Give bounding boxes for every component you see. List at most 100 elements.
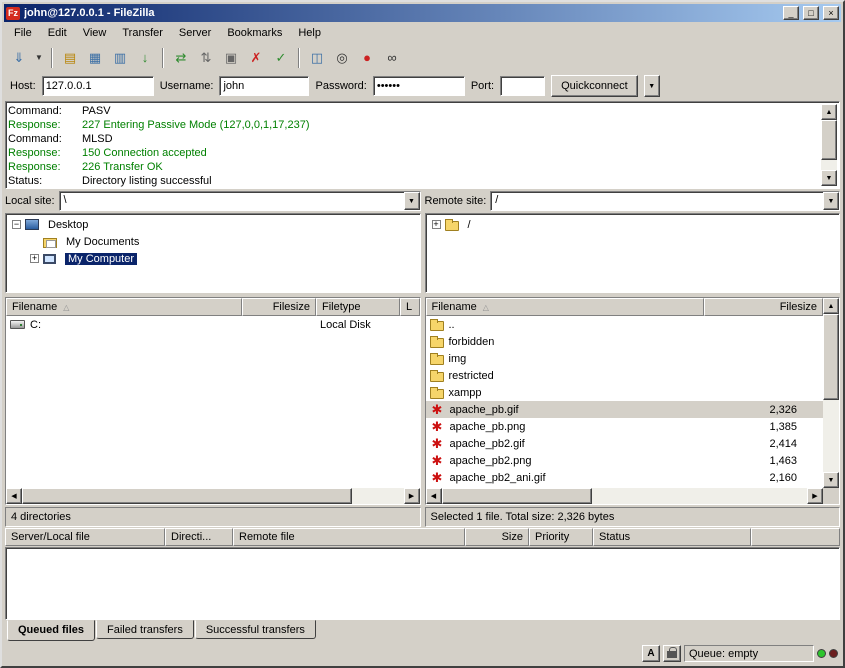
host-input[interactable] (42, 76, 154, 96)
toggle-remote-tree-button[interactable]: ▥ (108, 47, 132, 69)
scroll-right-icon[interactable]: ▶ (404, 488, 420, 504)
chevron-down-icon: ▼ (35, 51, 43, 64)
port-input[interactable] (500, 76, 545, 96)
tree-item-my-documents[interactable]: My Documents (6, 233, 420, 250)
scroll-down-icon[interactable]: ▼ (821, 170, 837, 186)
site-manager-button[interactable]: ⇓ (7, 47, 31, 69)
log-scrollbar[interactable]: ▲ ▼ (821, 104, 837, 186)
tree-item-root[interactable]: + / (426, 216, 840, 233)
file-row[interactable]: img (426, 350, 824, 367)
file-row[interactable]: restricted (426, 367, 824, 384)
scroll-track (352, 488, 404, 504)
chevron-down-icon[interactable]: ▼ (823, 192, 839, 210)
tree-item-desktop[interactable]: − Desktop (6, 216, 420, 233)
column-header-filesize[interactable]: Filesize (242, 298, 316, 316)
menu-server[interactable]: Server (171, 24, 219, 42)
file-row[interactable]: ✱apache_pb2.gif 2,414 (426, 435, 824, 452)
username-input[interactable] (219, 76, 309, 96)
scroll-thumb[interactable] (821, 120, 837, 160)
toggle-log-button[interactable]: ▤ (58, 47, 82, 69)
tree-item-my-computer[interactable]: + My Computer (6, 250, 420, 267)
maximize-button[interactable]: □ (803, 6, 819, 20)
queue-view-icon: ↓ (142, 51, 149, 64)
chevron-down-icon[interactable]: ▼ (404, 192, 420, 210)
search-button[interactable]: ◎ (330, 47, 354, 69)
scroll-left-icon[interactable]: ◀ (426, 488, 442, 504)
scroll-right-icon[interactable]: ▶ (807, 488, 823, 504)
check-button[interactable]: ✓ (269, 47, 293, 69)
column-header-status[interactable]: Status (593, 528, 751, 546)
column-header-server-local-file[interactable]: Server/Local file (5, 528, 165, 546)
menu-transfer[interactable]: Transfer (114, 24, 171, 42)
column-header-remote-file[interactable]: Remote file (233, 528, 465, 546)
file-row[interactable]: ✱apache_pb2.png 1,463 (426, 452, 824, 469)
column-header-filetype[interactable]: Filetype (316, 298, 400, 316)
column-header-filesize[interactable]: Filesize (704, 298, 824, 316)
scroll-thumb[interactable] (823, 314, 839, 400)
column-header-filename[interactable]: Filename △ (6, 298, 242, 316)
find-button[interactable]: ∞ (380, 47, 404, 69)
tab-failed-transfers[interactable]: Failed transfers (96, 620, 194, 639)
column-header-priority[interactable]: Priority (529, 528, 593, 546)
refresh-icon: ⇄ (176, 51, 187, 64)
speed-limit-icon: ● (363, 51, 371, 64)
remote-pane: Remote site: / ▼ + / Filename (425, 189, 841, 527)
scroll-up-icon[interactable]: ▲ (823, 298, 839, 314)
tree-item-label: Desktop (48, 219, 88, 231)
quickconnect-button[interactable]: Quickconnect (551, 75, 638, 97)
remote-site-combo[interactable]: / ▼ (490, 191, 840, 211)
remote-tree-icon: ▥ (114, 51, 126, 64)
snapshot-button[interactable]: ▣ (219, 47, 243, 69)
tab-successful-transfers[interactable]: Successful transfers (195, 620, 316, 639)
file-row[interactable]: forbidden (426, 333, 824, 350)
toggle-queue-button[interactable]: ↓ (133, 47, 157, 69)
process-queue-button[interactable]: ⇅ (194, 47, 218, 69)
menu-file[interactable]: File (6, 24, 40, 42)
file-size: 2,326 (704, 404, 824, 416)
compare-button[interactable]: ◫ (305, 47, 329, 69)
menu-edit[interactable]: Edit (40, 24, 75, 42)
file-size: 2,414 (704, 438, 824, 450)
file-row-c-drive[interactable]: C: Local Disk (6, 316, 420, 333)
scroll-thumb[interactable] (22, 488, 352, 504)
refresh-button[interactable]: ⇄ (169, 47, 193, 69)
file-row-selected[interactable]: ✱apache_pb.gif 2,326 (426, 401, 824, 418)
file-row[interactable]: ✱apache_pb.png 1,385 (426, 418, 824, 435)
speed-limit-button[interactable]: ● (355, 47, 379, 69)
file-size: 2,160 (704, 472, 824, 484)
scroll-left-icon[interactable]: ◀ (6, 488, 22, 504)
quickconnect-dropdown-button[interactable]: ▼ (644, 75, 660, 97)
local-site-combo[interactable]: \ ▼ (59, 191, 421, 211)
transfer-type-indicator[interactable]: A (642, 645, 660, 662)
column-header-lastmodified[interactable]: L (400, 298, 420, 316)
abort-button[interactable]: ✗ (244, 47, 268, 69)
column-header-size[interactable]: Size (465, 528, 529, 546)
menu-view[interactable]: View (75, 24, 115, 42)
titlebar[interactable]: Fz john@127.0.0.1 - FileZilla _ □ × (4, 4, 841, 22)
file-row[interactable]: xampp (426, 384, 824, 401)
scroll-up-icon[interactable]: ▲ (821, 104, 837, 120)
column-header-direction[interactable]: Directi... (165, 528, 233, 546)
minimize-button[interactable]: _ (783, 6, 799, 20)
menu-help[interactable]: Help (290, 24, 329, 42)
local-horizontal-scrollbar[interactable]: ◀ ▶ (6, 488, 420, 504)
file-row[interactable]: .. (426, 316, 824, 333)
scroll-thumb[interactable] (442, 488, 592, 504)
tree-item-label-selected: My Computer (65, 253, 137, 265)
site-manager-dropdown-button[interactable]: ▼ (32, 47, 46, 69)
expand-icon[interactable]: + (30, 254, 39, 263)
file-row[interactable]: ✱apache_pb2_ani.gif 2,160 (426, 469, 824, 486)
tab-queued-files[interactable]: Queued files (7, 620, 95, 641)
column-header-filename[interactable]: Filename △ (426, 298, 704, 316)
toggle-local-tree-button[interactable]: ▦ (83, 47, 107, 69)
collapse-icon[interactable]: − (12, 220, 21, 229)
remote-horizontal-scrollbar[interactable]: ◀ ▶ (426, 488, 824, 504)
menu-bookmarks[interactable]: Bookmarks (219, 24, 290, 42)
remote-vertical-scrollbar[interactable]: ▲ ▼ (823, 298, 839, 504)
scroll-down-icon[interactable]: ▼ (823, 472, 839, 488)
password-input[interactable] (373, 76, 465, 96)
expand-icon[interactable]: + (432, 220, 441, 229)
log-line: Response: 150 Connection accepted (8, 146, 821, 160)
close-button[interactable]: × (823, 6, 839, 20)
column-header-filler (751, 528, 840, 546)
